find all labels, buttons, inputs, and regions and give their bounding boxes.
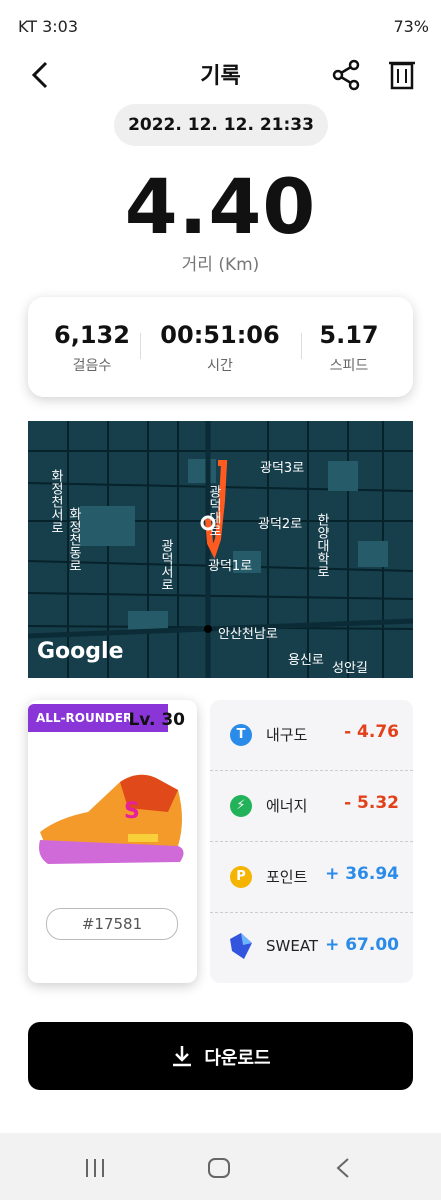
map-label: 광덕대로 xyxy=(206,485,221,537)
attribute-value: - 4.76 xyxy=(344,722,399,742)
sneaker-level: Lv. 30 xyxy=(128,710,185,730)
sneaker-id: #17581 xyxy=(46,908,178,940)
distance-label: 거리 (Km) xyxy=(181,255,260,275)
attribute-changes: T 내구도 - 4.76 ⚡ 에너지 - 5.32 P 포인트 + 36.94 … xyxy=(210,700,413,983)
map-label: 성안길 xyxy=(332,661,368,676)
recents-button[interactable] xyxy=(78,1151,112,1185)
attribute-row-points: P 포인트 + 36.94 xyxy=(210,842,413,912)
attribute-name: 내구도 xyxy=(266,726,308,744)
attribute-row-durability: T 내구도 - 4.76 xyxy=(210,700,413,770)
share-icon xyxy=(332,59,360,91)
map-label: 화정천서로 xyxy=(48,469,63,534)
carrier-time: KT 3:03 xyxy=(18,17,79,36)
distance-value: 4.40 xyxy=(124,162,317,251)
page-title: 기록 xyxy=(200,64,241,89)
download-label: 다운로드 xyxy=(204,1048,271,1069)
attribute-name: SWEAT xyxy=(266,937,319,955)
system-back-button[interactable] xyxy=(326,1151,360,1185)
stat-steps: 6,132 걸음수 xyxy=(28,321,156,375)
sneaker-image-icon: S xyxy=(39,774,184,864)
stat-value: 5.17 xyxy=(319,321,379,349)
map-label: 광덕2로 xyxy=(258,517,303,532)
sweat-crystal-icon xyxy=(230,933,252,959)
share-button[interactable] xyxy=(330,58,362,92)
attribute-name: 에너지 xyxy=(266,797,308,815)
home-button[interactable] xyxy=(202,1151,236,1185)
sneaker-card[interactable]: ALL-ROUNDER Lv. 30 S #17581 xyxy=(28,700,197,983)
map-label: 안산천남로 xyxy=(218,627,278,642)
energy-icon: ⚡ xyxy=(230,795,252,817)
stat-speed: 5.17 스피드 xyxy=(285,321,413,375)
attribute-value: - 5.32 xyxy=(344,793,399,813)
attribute-row-energy: ⚡ 에너지 - 5.32 xyxy=(210,771,413,841)
status-bar: KT 3:03 73% xyxy=(0,0,441,52)
download-button[interactable]: 다운로드 xyxy=(28,1022,413,1090)
system-nav-bar xyxy=(0,1133,441,1200)
map-label: 광덕서로 xyxy=(158,539,173,591)
trash-icon xyxy=(389,61,415,90)
map-label: 화정천동로 xyxy=(66,507,81,572)
route-map[interactable]: 광덕3로 광덕2로 광덕1로 광덕대로 광덕서로 한양대학로 화정천서로 화정천… xyxy=(28,421,413,678)
stat-time: 00:51:06 시간 xyxy=(156,321,284,375)
stat-label: 시간 xyxy=(207,358,233,374)
stat-label: 스피드 xyxy=(329,358,369,374)
stat-value: 00:51:06 xyxy=(160,321,280,349)
google-logo: Google xyxy=(37,639,124,664)
stat-value: 6,132 xyxy=(54,321,130,349)
points-icon: P xyxy=(230,866,252,888)
record-datetime: 2022. 12. 12. 21:33 xyxy=(114,104,328,146)
attribute-name: 포인트 xyxy=(266,868,308,886)
attribute-value: + 36.94 xyxy=(325,864,399,884)
battery-level: 73% xyxy=(393,17,429,36)
location-dot-icon xyxy=(204,625,212,633)
stat-label: 걸음수 xyxy=(72,358,112,374)
durability-icon: T xyxy=(230,724,252,746)
delete-button[interactable] xyxy=(386,58,418,92)
map-label: 한양대학로 xyxy=(314,513,329,578)
stats-card: 6,132 걸음수 00:51:06 시간 5.17 스피드 xyxy=(28,297,413,397)
svg-text:S: S xyxy=(124,799,140,824)
attribute-row-sweat: SWEAT + 67.00 xyxy=(210,913,413,983)
divider xyxy=(140,333,141,359)
attribute-value: + 67.00 xyxy=(325,935,399,955)
map-label: 용신로 xyxy=(288,653,324,668)
map-label: 광덕3로 xyxy=(260,461,305,476)
map-label: 광덕1로 xyxy=(208,559,253,574)
